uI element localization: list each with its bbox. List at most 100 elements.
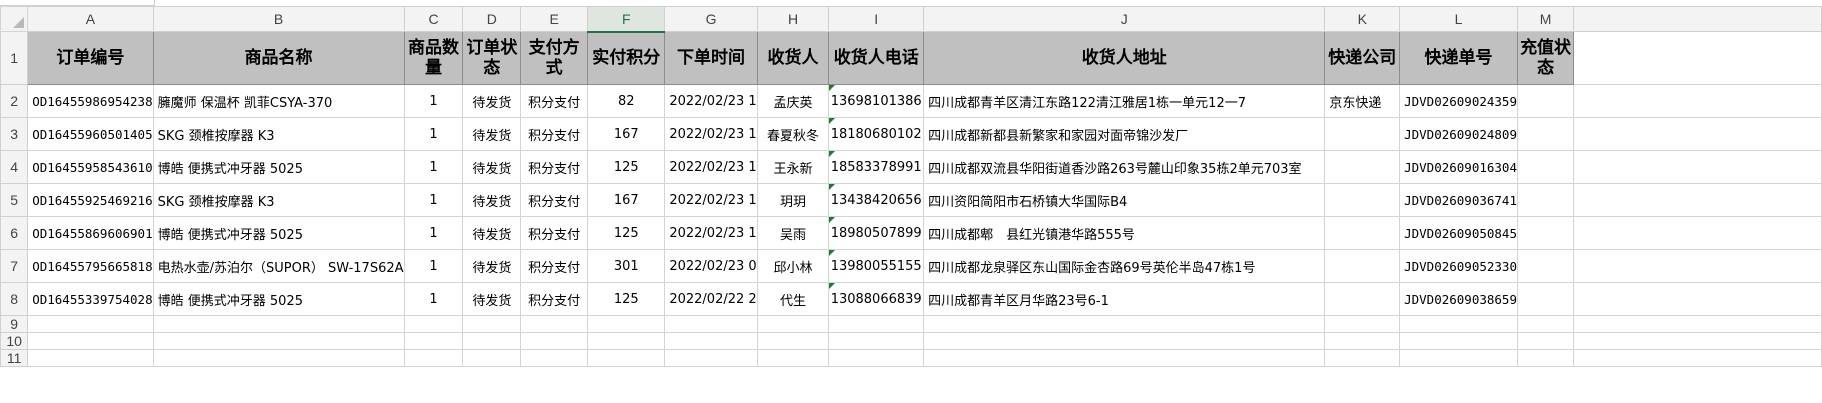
header-order-no[interactable]: 订单编号	[27, 31, 154, 85]
cell-order-no[interactable]: OD16455795665818	[27, 249, 154, 283]
column-header-f[interactable]: F	[587, 6, 666, 33]
cell-address[interactable]: 四川成都龙泉驿区东山国际金杏路69号英伦半岛47栋1号	[923, 249, 1326, 283]
column-header-g[interactable]: G	[664, 6, 758, 32]
cell-product[interactable]: 博皓 便携式冲牙器 5025	[152, 150, 405, 184]
cell-order-no[interactable]: OD16455958543610	[27, 150, 154, 184]
cell-qty[interactable]: 1	[403, 282, 464, 316]
cell-order-no[interactable]: OD16455339754028	[27, 282, 154, 316]
cell-receiver[interactable]: 邱小林	[756, 249, 830, 283]
header-receiver[interactable]: 收货人	[756, 31, 830, 85]
cell-status[interactable]: 待发货	[462, 216, 522, 250]
cell-tracking[interactable]: JDVD02609024809	[1399, 117, 1518, 151]
cell-order-no[interactable]: OD16455960501405	[27, 117, 154, 151]
cell-courier[interactable]	[1324, 249, 1401, 283]
column-header-c[interactable]: C	[403, 6, 464, 32]
cell-tracking[interactable]: JDVD02609038659	[1399, 282, 1518, 316]
column-header-m[interactable]: M	[1516, 6, 1575, 32]
cell-address[interactable]: 四川成都青羊区清江东路122清江雅居1栋一单元12一7	[923, 84, 1326, 118]
cell-points[interactable]: 125	[587, 282, 666, 316]
column-header-j[interactable]: J	[923, 6, 1326, 32]
empty-cell[interactable]	[1573, 117, 1822, 151]
cell-recharge[interactable]	[1516, 282, 1575, 316]
column-header-h[interactable]: H	[756, 6, 830, 32]
cell-product[interactable]: SKG 颈椎按摩器 K3	[152, 117, 405, 151]
column-header-i[interactable]: I	[828, 6, 925, 32]
cell-courier[interactable]	[1324, 150, 1401, 184]
cell-phone[interactable]: 18180680102	[828, 117, 925, 151]
cell-pay[interactable]: 积分支付	[520, 117, 589, 151]
cell-points[interactable]: 167	[587, 183, 666, 217]
cell-status[interactable]: 待发货	[462, 84, 522, 118]
cell-tracking[interactable]: JDVD02609024359	[1399, 84, 1518, 118]
cell-order-no[interactable]: OD16455869606901	[27, 216, 154, 250]
row-header[interactable]: 3	[0, 117, 29, 151]
cell-courier[interactable]	[1324, 216, 1401, 250]
cell-time[interactable]: 2022/02/23 1	[664, 84, 758, 118]
cell-courier[interactable]	[1324, 282, 1401, 316]
cell-qty[interactable]: 1	[403, 249, 464, 283]
cell-time[interactable]: 2022/02/23 1	[664, 216, 758, 250]
cell-order-no[interactable]: OD16455986954238	[27, 84, 154, 118]
cell-pay[interactable]: 积分支付	[520, 249, 589, 283]
header-tracking[interactable]: 快递单号	[1399, 31, 1518, 85]
cell-time[interactable]: 2022/02/23 1	[664, 183, 758, 217]
empty-cell[interactable]	[1573, 183, 1822, 217]
cell-recharge[interactable]	[1516, 249, 1575, 283]
row-header[interactable]: 10	[0, 332, 29, 350]
column-header-k[interactable]: K	[1324, 6, 1401, 32]
select-all-corner[interactable]	[0, 6, 29, 32]
cell-status[interactable]: 待发货	[462, 117, 522, 151]
cell-tracking[interactable]: JDVD02609050845	[1399, 216, 1518, 250]
cell-recharge[interactable]	[1516, 150, 1575, 184]
empty-cell[interactable]	[1573, 249, 1822, 283]
cell-address[interactable]: 四川资阳简阳市石桥镇大华国际B4	[923, 183, 1326, 217]
cell-recharge[interactable]	[1516, 216, 1575, 250]
cell-qty[interactable]: 1	[403, 183, 464, 217]
cell-qty[interactable]: 1	[403, 117, 464, 151]
row-header[interactable]: 2	[0, 84, 29, 118]
cell-points[interactable]: 167	[587, 117, 666, 151]
cell-address[interactable]: 四川成都青羊区月华路23号6-1	[923, 282, 1326, 316]
cell-receiver[interactable]: 吴雨	[756, 216, 830, 250]
column-header-l[interactable]: L	[1399, 6, 1518, 32]
cell-product[interactable]: 臃魔师 保温杯 凯菲CSYA-370	[152, 84, 405, 118]
row-header[interactable]: 5	[0, 183, 29, 217]
cell-qty[interactable]: 1	[403, 84, 464, 118]
cell-phone[interactable]: 13980055155	[828, 249, 925, 283]
empty-cell[interactable]	[1573, 216, 1822, 250]
cell-points[interactable]: 125	[587, 150, 666, 184]
header-address[interactable]: 收货人地址	[923, 31, 1326, 85]
cell-pay[interactable]: 积分支付	[520, 84, 589, 118]
column-header-b[interactable]: B	[152, 6, 405, 32]
cell-address[interactable]: 四川成都新都县新繁家和家园对面帝锦沙发厂	[923, 117, 1326, 151]
cell-phone[interactable]: 13088066839	[828, 282, 925, 316]
header-points[interactable]: 实付积分	[587, 31, 666, 85]
cell-status[interactable]: 待发货	[462, 282, 522, 316]
row-header[interactable]: 11	[0, 349, 29, 367]
cell-tracking[interactable]: JDVD02609052330	[1399, 249, 1518, 283]
header-pay[interactable]: 支付方式	[520, 31, 589, 85]
cell-points[interactable]: 125	[587, 216, 666, 250]
row-header[interactable]: 1	[0, 31, 29, 85]
cell-receiver[interactable]: 代生	[756, 282, 830, 316]
cell-product[interactable]: 博皓 便携式冲牙器 5025	[152, 216, 405, 250]
cell-points[interactable]: 301	[587, 249, 666, 283]
cell-courier[interactable]	[1324, 117, 1401, 151]
cell-receiver[interactable]: 玥玥	[756, 183, 830, 217]
empty-cell[interactable]	[1573, 84, 1822, 118]
row-header[interactable]: 9	[0, 315, 29, 333]
cell-product[interactable]: 博皓 便携式冲牙器 5025	[152, 282, 405, 316]
cell-qty[interactable]: 1	[403, 216, 464, 250]
cell-address[interactable]: 四川成都双流县华阳街道香沙路263号麓山印象35栋2单元703室	[923, 150, 1326, 184]
cell-receiver[interactable]: 王永新	[756, 150, 830, 184]
cell-time[interactable]: 2022/02/23 0	[664, 249, 758, 283]
cell-tracking[interactable]: JDVD02609016304	[1399, 150, 1518, 184]
row-header[interactable]: 7	[0, 249, 29, 283]
column-header-a[interactable]: A	[27, 6, 154, 32]
column-header-e[interactable]: E	[520, 6, 589, 32]
header-time[interactable]: 下单时间	[664, 31, 758, 85]
cell-recharge[interactable]	[1516, 84, 1575, 118]
cell-receiver[interactable]: 孟庆英	[756, 84, 830, 118]
empty-cell[interactable]	[1573, 31, 1822, 85]
cell-phone[interactable]: 13698101386	[828, 84, 925, 118]
